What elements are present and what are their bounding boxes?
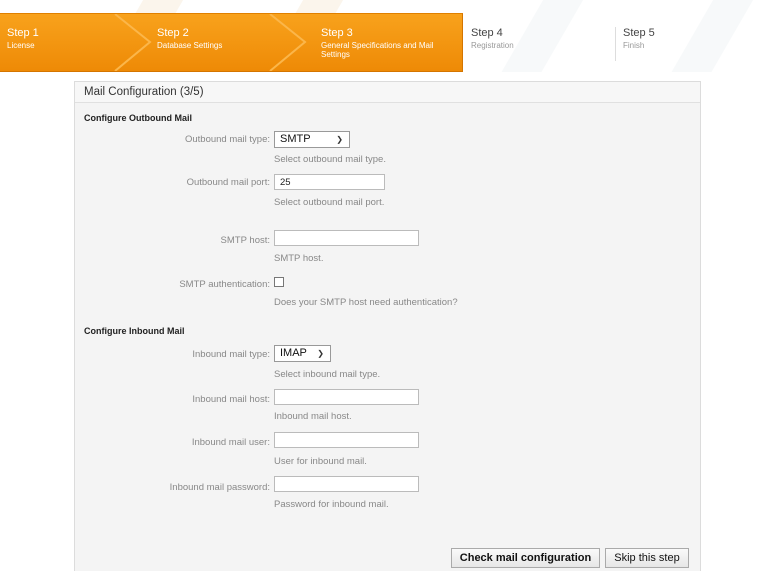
outbound-type-hint: Select outbound mail type. (274, 154, 386, 165)
outbound-port-label: Outbound mail port: (186, 177, 270, 188)
inbound-password-label: Inbound mail password: (169, 482, 270, 493)
step-5: Step 5 Finish (616, 13, 746, 70)
panel-title: Mail Configuration (3/5) (75, 82, 700, 103)
step-1-title: Step 1 (7, 27, 39, 39)
step-2: Step 2 Database Settings (150, 13, 310, 70)
smtp-auth-checkbox[interactable] (274, 277, 284, 287)
step-3-subtitle: General Specifications and Mail Settings (321, 41, 434, 59)
step-4-title: Step 4 (471, 27, 503, 39)
inbound-password-hint: Password for inbound mail. (274, 499, 389, 510)
inbound-type-value: IMAP (280, 347, 307, 359)
smtp-host-hint: SMTP host. (274, 253, 324, 264)
inbound-user-label: Inbound mail user: (191, 437, 270, 448)
chevron-down-icon: ❯ (336, 135, 343, 144)
inbound-user-input[interactable] (274, 432, 419, 448)
outbound-port-hint: Select outbound mail port. (274, 197, 385, 208)
step-4-subtitle: Registration (471, 41, 514, 50)
inbound-host-input[interactable] (274, 389, 419, 405)
outbound-type-select[interactable]: SMTP ❯ (274, 131, 350, 148)
smtp-host-label: SMTP host: (220, 235, 270, 246)
step-2-subtitle: Database Settings (157, 41, 223, 50)
outbound-heading: Configure Outbound Mail (84, 113, 192, 123)
inbound-heading: Configure Inbound Mail (84, 326, 185, 336)
step-1: Step 1 License (0, 13, 150, 70)
step-5-title: Step 5 (623, 27, 655, 39)
step-1-subtitle: License (7, 41, 35, 50)
inbound-type-hint: Select inbound mail type. (274, 369, 381, 380)
step-3-title: Step 3 (321, 27, 353, 39)
inbound-host-label: Inbound mail host: (192, 394, 270, 405)
smtp-auth-label: SMTP authentication: (179, 279, 270, 290)
step-2-title: Step 2 (157, 27, 189, 39)
smtp-auth-hint: Does your SMTP host need authentication? (274, 297, 458, 308)
chevron-down-icon: ❯ (317, 349, 324, 358)
inbound-type-select[interactable]: IMAP ❯ (274, 345, 331, 362)
step-5-subtitle: Finish (623, 41, 645, 50)
step-4: Step 4 Registration (464, 13, 614, 70)
outbound-port-input[interactable]: 25 (274, 174, 385, 190)
skip-step-button[interactable]: Skip this step (605, 548, 689, 568)
inbound-host-hint: Inbound mail host. (274, 411, 352, 422)
wizard-steps: Step 1 License Step 2 Database Settings … (0, 0, 759, 72)
outbound-type-value: SMTP (280, 133, 311, 145)
smtp-host-input[interactable] (274, 230, 419, 246)
inbound-user-hint: User for inbound mail. (274, 456, 367, 467)
inbound-password-input[interactable] (274, 476, 419, 492)
mail-configuration-panel: Mail Configuration (3/5) Configure Outbo… (74, 81, 701, 571)
outbound-type-label: Outbound mail type: (184, 134, 270, 145)
step-3: Step 3 General Specifications and Mail S… (314, 13, 454, 70)
inbound-type-label: Inbound mail type: (192, 349, 270, 360)
check-mail-configuration-button[interactable]: Check mail configuration (451, 548, 600, 568)
